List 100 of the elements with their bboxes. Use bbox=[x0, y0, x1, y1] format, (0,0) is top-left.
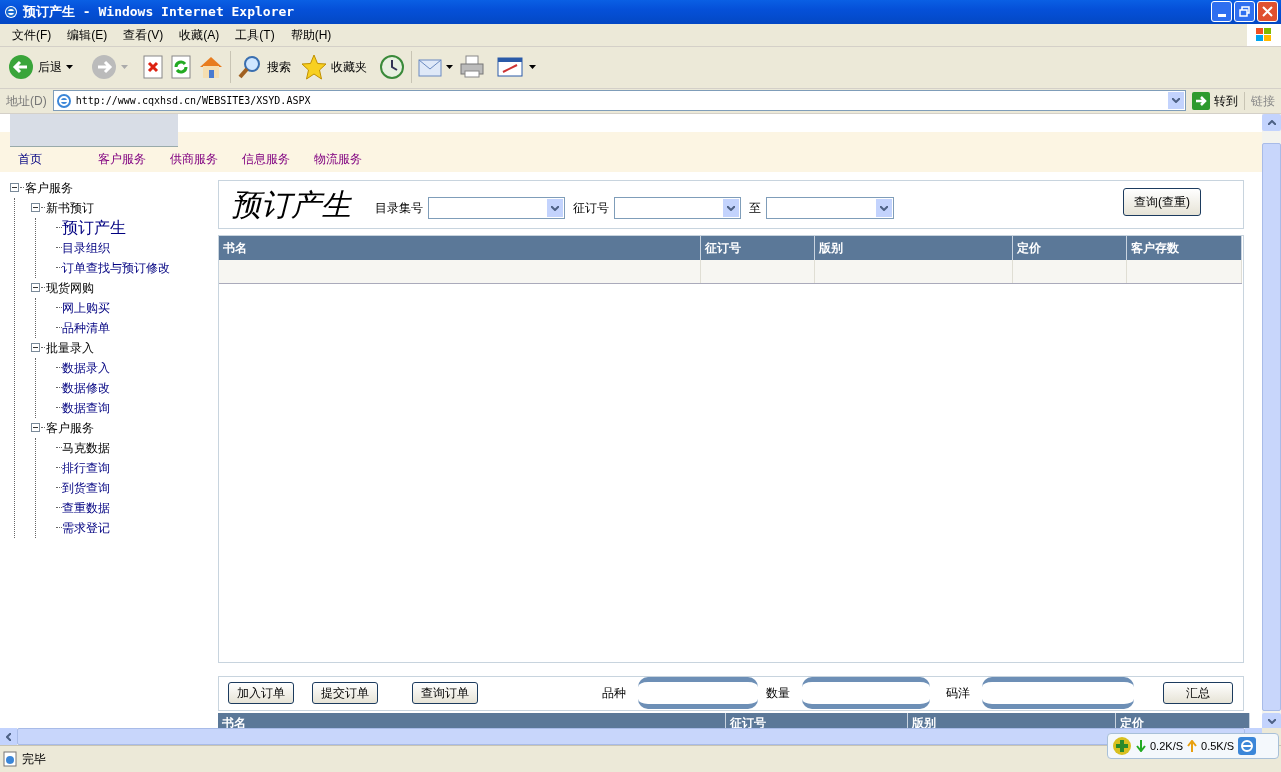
nav-link[interactable]: 首页 bbox=[18, 149, 42, 168]
tree-node[interactable]: 新书预订 bbox=[46, 198, 94, 217]
star-icon bbox=[301, 54, 327, 81]
caret-icon bbox=[446, 65, 453, 70]
menu-item[interactable]: 帮助(H) bbox=[282, 25, 340, 44]
field-label: 品种 bbox=[602, 685, 626, 703]
column-header: 客户存数 bbox=[1127, 235, 1242, 260]
search-icon bbox=[237, 54, 263, 81]
tree-node[interactable]: 客户服务 bbox=[25, 178, 73, 197]
dropdown-field[interactable] bbox=[428, 197, 565, 220]
tree-link[interactable]: 数据录入 bbox=[62, 358, 110, 377]
upload-speed: 0.5K/S bbox=[1201, 738, 1235, 754]
vertical-scrollbar[interactable] bbox=[1262, 113, 1281, 729]
restore-button[interactable] bbox=[1234, 1, 1255, 23]
refresh-button[interactable] bbox=[170, 55, 192, 80]
tree-link[interactable]: 品种清单 bbox=[62, 318, 110, 337]
nav-link[interactable]: 客户服务 bbox=[98, 149, 146, 168]
envelope-icon bbox=[418, 56, 444, 79]
collapse-icon[interactable] bbox=[10, 183, 19, 193]
tree-link[interactable]: 数据查询 bbox=[62, 398, 110, 417]
tree-link[interactable]: 排行查询 bbox=[62, 458, 110, 477]
field-label: 码洋 bbox=[946, 685, 970, 703]
caret-icon bbox=[529, 65, 536, 70]
query-button[interactable]: 查询(查重) bbox=[1123, 188, 1201, 217]
scroll-up-icon[interactable] bbox=[1267, 119, 1276, 125]
globe-page-icon bbox=[3, 3, 19, 20]
tree-link[interactable]: 目录组织 bbox=[62, 238, 110, 257]
collapse-icon[interactable] bbox=[31, 343, 40, 353]
close-button[interactable] bbox=[1257, 1, 1278, 23]
column-header: 书名 bbox=[219, 235, 701, 260]
nav-link[interactable]: 信息服务 bbox=[242, 149, 290, 168]
tree-node[interactable]: 批量录入 bbox=[46, 338, 94, 357]
menu-item[interactable]: 收藏(A) bbox=[171, 25, 228, 44]
sum-button[interactable]: 汇总 bbox=[1163, 682, 1233, 705]
column-header: 定价 bbox=[1013, 235, 1127, 260]
mail-button[interactable] bbox=[418, 56, 453, 79]
field-label: 征订号 bbox=[573, 200, 609, 218]
download-speed: 0.2K/S bbox=[1150, 738, 1184, 754]
print-button[interactable] bbox=[459, 55, 485, 80]
restore-icon bbox=[1239, 6, 1250, 18]
address-label: 地址(D) bbox=[5, 92, 48, 110]
caret-icon bbox=[121, 65, 128, 70]
tree-link[interactable]: 到货查询 bbox=[62, 478, 110, 497]
tree-node[interactable]: 客户服务 bbox=[46, 418, 94, 437]
menu-item[interactable]: 查看(V) bbox=[115, 25, 172, 44]
printer-icon bbox=[459, 55, 485, 80]
down-arrow-icon bbox=[1136, 740, 1146, 753]
windows-logo-icon bbox=[1247, 23, 1281, 46]
tree-link[interactable]: 预订产生 bbox=[62, 215, 126, 240]
back-button[interactable]: 后退 bbox=[6, 50, 75, 85]
minimize-button[interactable] bbox=[1211, 1, 1232, 23]
collapse-icon[interactable] bbox=[31, 423, 40, 433]
collapse-icon[interactable] bbox=[31, 203, 40, 213]
menu-item[interactable]: 编辑(E) bbox=[59, 25, 116, 44]
status-text: 完毕 bbox=[22, 751, 46, 769]
order-button[interactable]: 查询订单 bbox=[412, 682, 478, 705]
edit-button[interactable] bbox=[497, 56, 536, 79]
tree-link[interactable]: 需求登记 bbox=[62, 518, 110, 537]
field-label: 数量 bbox=[766, 685, 790, 703]
field-label: 目录集号 bbox=[375, 200, 423, 218]
scroll-left-icon[interactable] bbox=[6, 732, 11, 741]
order-button[interactable]: 加入订单 bbox=[228, 682, 294, 705]
stop-button[interactable] bbox=[142, 55, 164, 80]
nav-link[interactable]: 供商服务 bbox=[170, 149, 218, 168]
dropdown-field[interactable] bbox=[766, 197, 894, 220]
globe-icon bbox=[1238, 737, 1257, 756]
close-icon bbox=[1262, 6, 1273, 18]
plus-icon bbox=[1112, 736, 1132, 757]
tree-link[interactable]: 订单查找与预订修改 bbox=[62, 258, 170, 277]
tree-link[interactable]: 网上购买 bbox=[62, 298, 110, 317]
home-icon bbox=[198, 55, 224, 80]
globe-page-icon bbox=[55, 92, 72, 109]
up-arrow-icon bbox=[1187, 740, 1198, 753]
page-icon bbox=[2, 751, 18, 768]
refresh-icon bbox=[170, 55, 192, 80]
go-button[interactable]: 转到 bbox=[1186, 91, 1244, 110]
search-button[interactable]: 搜索 bbox=[237, 54, 291, 81]
favorites-button[interactable]: 收藏夹 bbox=[301, 54, 367, 81]
dropdown-field[interactable] bbox=[614, 197, 741, 220]
stop-icon bbox=[142, 55, 164, 80]
clock-icon bbox=[379, 54, 405, 81]
menu-item[interactable]: 文件(F) bbox=[4, 25, 60, 44]
field-label: 至 bbox=[749, 200, 761, 218]
tree-link[interactable]: 马克数据 bbox=[62, 438, 110, 457]
scroll-down-icon[interactable] bbox=[1267, 718, 1276, 724]
edit-window-icon bbox=[497, 56, 525, 79]
tree-node[interactable]: 现货网购 bbox=[46, 278, 94, 297]
history-button[interactable] bbox=[379, 54, 405, 81]
menu-item[interactable]: 工具(T) bbox=[227, 25, 283, 44]
caret-icon bbox=[66, 65, 73, 70]
home-button[interactable] bbox=[198, 55, 224, 80]
column-header: 征订号 bbox=[701, 235, 815, 260]
column-header: 版别 bbox=[815, 235, 1013, 260]
address-field[interactable]: http://www.cqxhsd.cn/WEBSITE3/XSYD.ASPX bbox=[52, 90, 1186, 112]
tree-link[interactable]: 数据修改 bbox=[62, 378, 110, 397]
tree-link[interactable]: 查重数据 bbox=[62, 498, 110, 517]
order-button[interactable]: 提交订单 bbox=[312, 682, 378, 705]
nav-link[interactable]: 物流服务 bbox=[314, 149, 362, 168]
window-title: 预订产生 - Windows Internet Explorer bbox=[23, 3, 295, 22]
collapse-icon[interactable] bbox=[31, 283, 40, 293]
